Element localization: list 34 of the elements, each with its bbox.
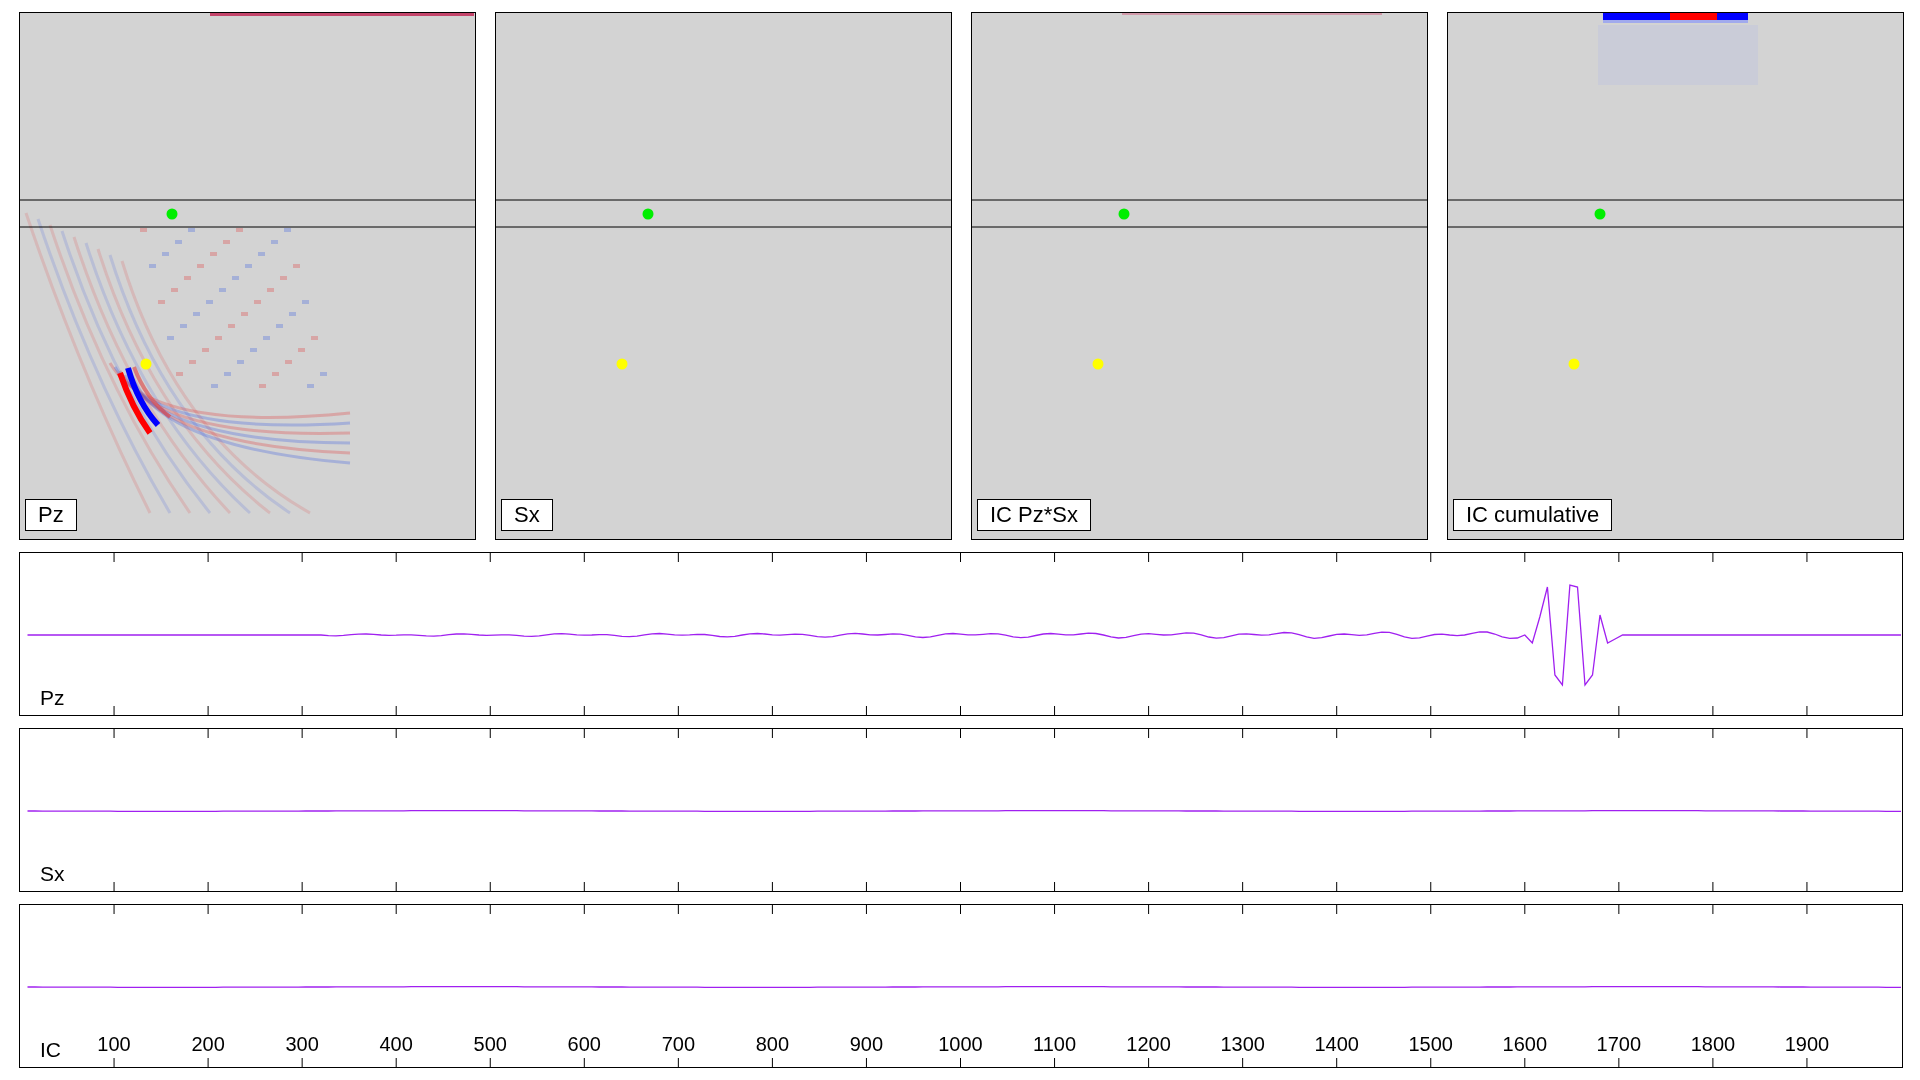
marker-dot — [616, 358, 628, 370]
marker-dot — [1118, 208, 1130, 220]
trace-label: IC — [40, 1038, 61, 1061]
trace-label: Pz — [40, 686, 65, 709]
tick-label: 800 — [755, 1033, 790, 1055]
trace-label: Sx — [40, 862, 65, 885]
tick-label: 500 — [473, 1033, 507, 1055]
tick-label: 1400 — [1314, 1033, 1359, 1055]
tick-label: 1200 — [1126, 1033, 1171, 1055]
tick-label: 900 — [849, 1033, 884, 1055]
tick-label: 1000 — [938, 1033, 983, 1055]
panel-label: IC Pz*Sx — [977, 499, 1092, 531]
marker-dot — [642, 208, 654, 220]
marker-dot — [1568, 358, 1580, 370]
tick-label: 1800 — [1690, 1033, 1736, 1055]
panel-label: IC cumulative — [1453, 499, 1613, 531]
tick-label: 400 — [379, 1033, 413, 1055]
marker-dot — [166, 208, 178, 220]
panel-label: Pz — [25, 499, 77, 531]
tick-label: 1700 — [1596, 1033, 1642, 1055]
tick-label: 1900 — [1784, 1033, 1830, 1055]
tick-label: 700 — [661, 1033, 696, 1055]
tick-label: 600 — [567, 1033, 601, 1055]
tick-label: 1500 — [1408, 1033, 1453, 1055]
tick-label: 1600 — [1502, 1033, 1548, 1055]
tick-label: 300 — [285, 1033, 319, 1055]
marker-dot — [1092, 358, 1104, 370]
tick-label: 1300 — [1220, 1033, 1265, 1055]
tick-label: 100 — [97, 1033, 131, 1055]
panel-label: Sx — [501, 499, 553, 531]
tick-label: 1100 — [1033, 1033, 1077, 1055]
marker-dot — [1594, 208, 1606, 220]
marker-dot — [140, 358, 152, 370]
tick-label: 200 — [191, 1033, 225, 1055]
